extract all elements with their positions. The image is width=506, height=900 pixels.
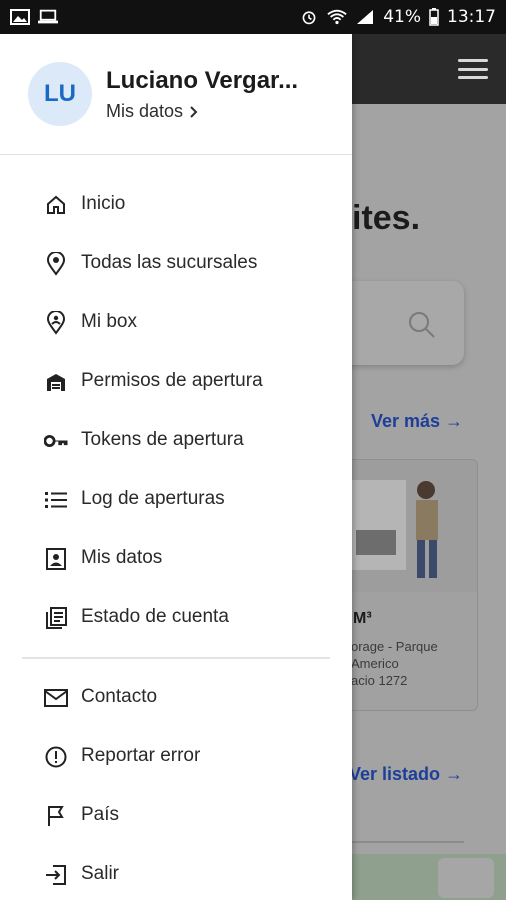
user-pin-icon [44,311,68,335]
avatar: LU [28,62,92,126]
battery-icon [429,8,439,26]
mail-icon [44,686,68,710]
ver-listado-link: Ver listado → [349,764,464,784]
image-notification-icon [10,9,30,25]
my-data-label: Mis datos [106,101,184,121]
location-pin-icon [44,252,68,276]
menu-item-label: Mi box [81,311,137,332]
drawer-profile-header: LU Luciano Vergar... Mis datos [0,34,352,155]
garage-icon [44,370,68,394]
menu-item-contacto[interactable]: Contacto [0,668,352,726]
menu-item-label: Todas las sucursales [81,252,258,273]
menu-item-tokens-de-apertura[interactable]: Tokens de apertura [0,411,352,469]
map-expand-button [438,858,494,898]
menu-item-label: Estado de cuenta [81,606,229,627]
hamburger-menu-icon[interactable] [458,59,488,79]
menu-item-permisos-de-apertura[interactable]: Permisos de apertura [0,352,352,410]
menu-item-label: Tokens de apertura [81,429,244,450]
menu-item-label: Contacto [81,686,158,707]
id-card-icon [44,547,68,571]
background-divider [352,841,464,843]
menu-item-label: Salir [81,863,120,884]
wifi-icon [327,9,347,25]
menu-item-label: Log de aperturas [81,488,225,509]
battery-percent: 41% [383,7,421,27]
ver-mas-link: Ver más → [371,411,464,431]
list-icon [44,488,68,512]
background-card: M³ orage - Parque Americo acio 1272 [340,459,478,711]
menu-item-label: Inicio [81,193,126,214]
key-icon [44,429,68,453]
menu-item-label: Reportar error [81,745,201,766]
flag-icon [44,804,68,828]
menu-item-salir[interactable]: Salir [0,845,352,900]
signal-icon [357,10,374,24]
logout-icon [44,863,68,887]
document-stack-icon [44,606,68,630]
my-data-link[interactable]: Mis datos [106,101,199,122]
alarm-icon [302,11,316,25]
background-heading: ites. [352,199,421,237]
menu-divider [22,657,330,659]
menu-item-todas-las-sucursales[interactable]: Todas las sucursales [0,234,352,292]
user-name: Luciano Vergar... [106,67,299,94]
background-map [352,854,506,900]
navigation-drawer: LU Luciano Vergar... Mis datos Inicio To… [0,34,352,900]
clock: 13:17 [447,7,496,27]
menu-item-inicio[interactable]: Inicio [0,175,352,233]
menu-item-label: País [81,804,120,825]
card-title: M³ [353,610,372,627]
card-image [341,460,477,592]
menu-item-log-de-aperturas[interactable]: Log de aperturas [0,470,352,528]
laptop-notification-icon [38,9,58,24]
chevron-right-icon [190,105,198,118]
search-icon [409,312,435,338]
menu-item-reportar-error[interactable]: Reportar error [0,727,352,785]
card-text: orage - Parque Americo acio 1272 [351,639,438,688]
alert-icon [44,745,68,769]
menu-item-mi-box[interactable]: Mi box [0,293,352,351]
home-icon [44,193,68,217]
menu-item-mis-datos[interactable]: Mis datos [0,529,352,587]
menu-item-estado-de-cuenta[interactable]: Estado de cuenta [0,588,352,646]
menu-item-label: Permisos de apertura [81,370,263,391]
status-bar: 41% 13:17 [0,0,506,34]
menu-item-pais[interactable]: País [0,786,352,844]
menu-item-label: Mis datos [81,547,163,568]
